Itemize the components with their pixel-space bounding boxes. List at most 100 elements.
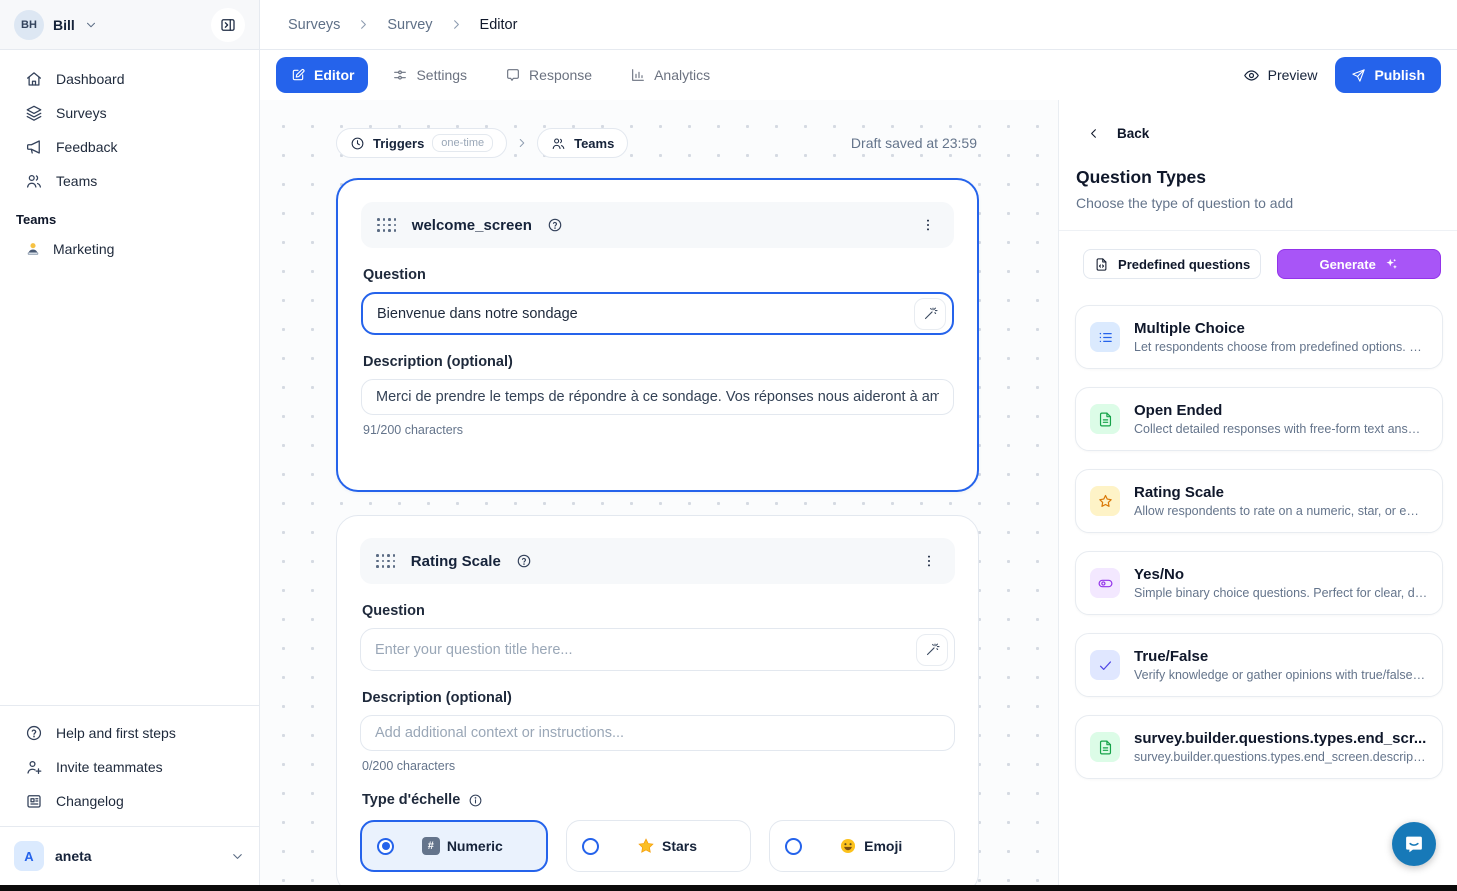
wand-sparkles-icon	[925, 642, 940, 657]
sidebar-collapse-button[interactable]	[211, 8, 245, 42]
chevron-down-icon	[84, 18, 98, 32]
magic-wand-button[interactable]	[916, 634, 948, 666]
radio-selected-icon[interactable]	[377, 838, 394, 855]
radio-icon[interactable]	[582, 838, 599, 855]
char-count: 91/200 characters	[363, 423, 952, 437]
teams-section-label: Teams	[0, 198, 259, 233]
tab-editor[interactable]: Editor	[276, 57, 368, 93]
sidebar-item-label: Help and first steps	[56, 725, 176, 741]
question-type-yes-no[interactable]: Yes/No Simple binary choice questions. P…	[1075, 551, 1443, 615]
sidebar-item-changelog[interactable]: Changelog	[0, 784, 259, 818]
predefined-questions-button[interactable]: Predefined questions	[1083, 249, 1261, 279]
teams-pill[interactable]: Teams	[537, 128, 628, 158]
sidebar-item-dashboard[interactable]: Dashboard	[0, 62, 259, 96]
publish-label: Publish	[1374, 67, 1425, 83]
type-title: True/False	[1134, 648, 1428, 665]
question-input-wrapper	[361, 292, 954, 335]
survey-editor-app: BH Bill Dashboard Surv	[0, 0, 1457, 891]
magic-wand-button[interactable]	[914, 298, 946, 330]
preview-button[interactable]: Preview	[1243, 67, 1318, 84]
scale-option-stars[interactable]: Stars	[566, 820, 752, 872]
tab-settings[interactable]: Settings	[378, 57, 481, 93]
sidebar-item-invite[interactable]: Invite teammates	[0, 750, 259, 784]
card-menu-button[interactable]	[919, 551, 939, 571]
question-card-rating-scale[interactable]: Rating Scale Question	[336, 515, 979, 885]
description-input[interactable]	[362, 389, 953, 405]
question-card-title: Rating Scale	[411, 553, 501, 570]
breadcrumb: Surveys Survey Editor	[260, 0, 1457, 50]
home-icon	[25, 70, 43, 88]
screen-bottom-strip	[0, 885, 1457, 891]
breadcrumb-surveys[interactable]: Surveys	[288, 17, 340, 33]
type-description: Simple binary choice questions. Perfect …	[1134, 586, 1428, 600]
back-label: Back	[1117, 126, 1149, 141]
editor-toolbar: Editor Settings Response Analytics	[260, 50, 1457, 100]
question-input-wrapper	[360, 628, 955, 671]
sidebar-item-teams[interactable]: Teams	[0, 164, 259, 198]
question-card-header[interactable]: Rating Scale	[360, 538, 955, 584]
description-input[interactable]	[361, 725, 954, 741]
check-icon	[1090, 650, 1120, 680]
tab-analytics[interactable]: Analytics	[616, 57, 724, 93]
workspace-avatar: BH	[14, 10, 44, 40]
users-icon	[551, 136, 566, 151]
send-icon	[1351, 68, 1366, 83]
sidebar-item-team-marketing[interactable]: Marketing	[0, 233, 259, 265]
question-card-title: welcome_screen	[412, 217, 532, 234]
chevron-right-icon	[356, 17, 371, 32]
tab-label: Analytics	[654, 67, 710, 83]
panel-subtitle: Choose the type of question to add	[1059, 188, 1457, 211]
sidebar-item-feedback[interactable]: Feedback	[0, 130, 259, 164]
card-menu-button[interactable]	[918, 215, 938, 235]
radio-icon[interactable]	[785, 838, 802, 855]
clock-icon	[350, 136, 365, 151]
sidebar-item-label: Dashboard	[56, 71, 125, 87]
scale-option-label: Stars	[662, 838, 697, 854]
question-type-multiple-choice[interactable]: Multiple Choice Let respondents choose f…	[1075, 305, 1443, 369]
triggers-pill[interactable]: Triggers one-time	[336, 128, 507, 158]
teams-pill-label: Teams	[574, 136, 614, 151]
workspace-name: Bill	[53, 17, 75, 33]
account-menu[interactable]: A aneta	[0, 835, 259, 877]
sidebar-item-help[interactable]: Help and first steps	[0, 716, 259, 750]
question-input[interactable]	[361, 642, 916, 658]
bar-chart-icon	[630, 67, 646, 83]
publish-button[interactable]: Publish	[1335, 57, 1441, 93]
question-card-welcome-screen[interactable]: welcome_screen Question	[336, 178, 979, 492]
tab-response[interactable]: Response	[491, 57, 606, 93]
generate-label: Generate	[1319, 257, 1375, 272]
list-icon	[1090, 322, 1120, 352]
breadcrumb-survey[interactable]: Survey	[387, 17, 432, 33]
breadcrumb-editor: Editor	[480, 17, 518, 33]
question-card-header[interactable]: welcome_screen	[361, 202, 954, 248]
question-type-list: Multiple Choice Let respondents choose f…	[1059, 279, 1457, 779]
question-type-true-false[interactable]: True/False Verify knowledge or gather op…	[1075, 633, 1443, 697]
scale-type-options: # Numeric Stars	[360, 820, 955, 872]
wand-sparkles-icon	[923, 306, 938, 321]
account-avatar: A	[14, 841, 44, 871]
eye-icon	[1243, 67, 1260, 84]
workspace-switcher[interactable]: BH Bill	[0, 0, 259, 50]
description-input-wrapper	[361, 379, 954, 415]
canvas-toolbar: Triggers one-time Teams Draft saved at 2…	[336, 128, 977, 158]
question-type-end-screen[interactable]: survey.builder.questions.types.end_scr..…	[1075, 715, 1443, 779]
type-title: Rating Scale	[1134, 484, 1428, 501]
star-icon	[1090, 486, 1120, 516]
sidebar-item-surveys[interactable]: Surveys	[0, 96, 259, 130]
star-emoji-icon	[637, 837, 655, 855]
question-type-rating-scale[interactable]: Rating Scale Allow respondents to rate o…	[1075, 469, 1443, 533]
scale-option-emoji[interactable]: Emoji	[769, 820, 955, 872]
type-description: Allow respondents to rate on a numeric, …	[1134, 504, 1428, 518]
chat-widget-button[interactable]	[1392, 822, 1436, 866]
question-input[interactable]	[363, 306, 914, 322]
drag-handle-icon[interactable]	[377, 218, 397, 232]
account-name: aneta	[55, 848, 92, 864]
generate-button[interactable]: Generate	[1277, 249, 1441, 279]
description-input-wrapper	[360, 715, 955, 751]
ellipsis-vertical-icon	[920, 217, 936, 233]
drag-handle-icon[interactable]	[376, 554, 396, 568]
back-button[interactable]: Back	[1059, 100, 1457, 141]
sidebar-item-label: Feedback	[56, 139, 117, 155]
question-type-open-ended[interactable]: Open Ended Collect detailed responses wi…	[1075, 387, 1443, 451]
scale-option-numeric[interactable]: # Numeric	[360, 820, 548, 872]
